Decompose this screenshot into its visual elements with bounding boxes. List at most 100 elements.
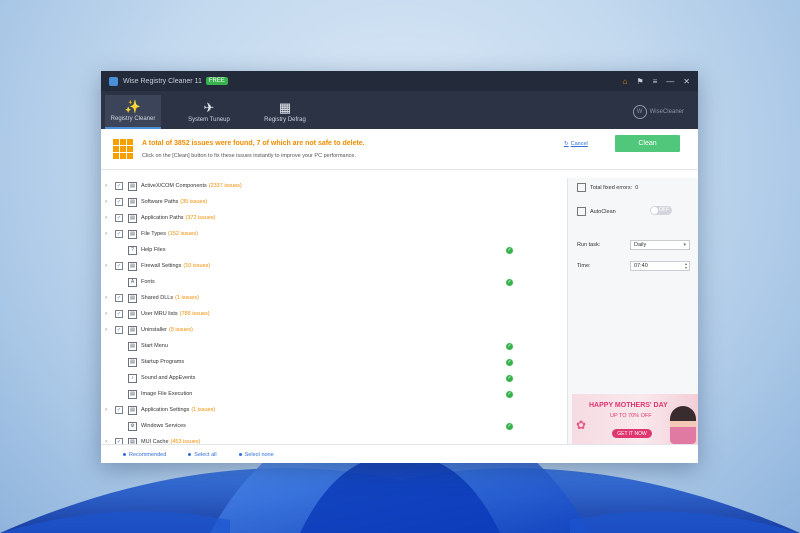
item-label: Image File Execution bbox=[141, 391, 193, 397]
issue-count: (1 issues) bbox=[191, 407, 216, 413]
list-item[interactable]: › ✓ ▤ MUI Cache (453 issues) bbox=[101, 434, 565, 444]
cancel-link[interactable]: ↻ Cancel bbox=[564, 141, 588, 147]
promo-button[interactable]: GET IT NOW bbox=[612, 429, 652, 438]
expand-arrow-icon[interactable]: › bbox=[105, 199, 115, 205]
run-task-select[interactable]: Daily ▾ bbox=[630, 240, 690, 250]
tab-label: Registry Defrag bbox=[264, 117, 306, 123]
expand-arrow-icon[interactable]: › bbox=[105, 295, 115, 301]
ok-check-icon: ✓ bbox=[506, 374, 513, 382]
item-checkbox bbox=[115, 422, 123, 430]
category-icon: ♪ bbox=[128, 373, 137, 383]
refresh-icon: ↻ bbox=[564, 141, 569, 147]
item-checkbox[interactable]: ✓ bbox=[115, 262, 123, 270]
cancel-label: Cancel bbox=[570, 141, 588, 147]
item-checkbox[interactable]: ✓ bbox=[115, 406, 123, 414]
category-icon: ▤ bbox=[128, 309, 137, 319]
list-item[interactable]: › ✓ ▤ Application Settings (1 issues) bbox=[101, 402, 565, 418]
autoclean-label: AutoClean bbox=[590, 208, 616, 215]
issue-count: (786 issues) bbox=[179, 311, 210, 317]
item-checkbox bbox=[115, 278, 123, 286]
item-checkbox[interactable]: ✓ bbox=[115, 294, 123, 302]
item-checkbox[interactable]: ✓ bbox=[115, 230, 123, 238]
list-item[interactable]: ›▤Start Menu✓ bbox=[101, 338, 565, 354]
item-checkbox[interactable]: ✓ bbox=[115, 326, 123, 334]
promo-banner[interactable]: ✿ HAPPY MOTHERS' DAY UP TO 70% OFF GET I… bbox=[572, 394, 698, 444]
time-spinner[interactable]: ▴ ▾ bbox=[685, 262, 687, 270]
category-icon: ⚙ bbox=[128, 421, 137, 431]
time-label: Time: bbox=[577, 263, 591, 269]
select-none-label: Select none bbox=[244, 451, 274, 458]
list-item[interactable]: › ✓ ▤ ActiveX/COM Components (2337 issues) bbox=[101, 178, 565, 194]
item-checkbox[interactable]: ✓ bbox=[115, 214, 123, 222]
list-item[interactable]: ›♪Sound and AppEvents✓ bbox=[101, 370, 565, 386]
category-icon: ▤ bbox=[128, 181, 137, 191]
home-icon[interactable]: ⌂ bbox=[623, 77, 628, 86]
tab-registry-cleaner[interactable]: ✨ Registry Cleaner bbox=[105, 95, 161, 129]
issue-count: (10 issues) bbox=[183, 263, 211, 269]
summary-headline: A total of 3852 issues were found, 7 of … bbox=[142, 139, 365, 147]
expand-arrow-icon[interactable]: › bbox=[105, 407, 115, 413]
item-label: Startup Programs bbox=[141, 359, 185, 365]
brand-name: WiseCleaner bbox=[649, 109, 684, 115]
issue-count: (35 issues) bbox=[180, 199, 208, 205]
item-label: Shared DLLs bbox=[141, 295, 174, 301]
expand-arrow-icon[interactable]: › bbox=[105, 215, 115, 221]
item-checkbox[interactable]: ✓ bbox=[115, 182, 123, 190]
app-window: Wise Registry Cleaner 11 FREE ⌂ ⚑ ≡ — ✕ … bbox=[101, 71, 698, 463]
item-label: Start Menu bbox=[141, 343, 168, 349]
item-checkbox[interactable]: ✓ bbox=[115, 198, 123, 206]
item-label: Firewall Settings bbox=[141, 263, 182, 269]
rocket-icon: ✈ bbox=[203, 100, 215, 115]
side-panel: Total fixed errors: 0 AutoClean OFF Run … bbox=[567, 178, 698, 444]
item-checkbox bbox=[115, 246, 123, 254]
tab-registry-defrag[interactable]: ▦ Registry Defrag bbox=[257, 95, 313, 129]
item-label: Help Files bbox=[141, 247, 166, 253]
time-input[interactable]: 07:40 ▴ ▾ bbox=[630, 261, 690, 271]
recommended-label: Recommended bbox=[129, 451, 167, 458]
menu-icon[interactable]: ≡ bbox=[653, 77, 658, 86]
ok-check-icon: ✓ bbox=[506, 278, 513, 286]
list-item[interactable]: › ✓ ▤ Firewall Settings (10 issues) bbox=[101, 258, 565, 274]
close-button[interactable]: ✕ bbox=[683, 77, 690, 86]
list-item[interactable]: ›?Help Files✓ bbox=[101, 242, 565, 258]
expand-arrow-icon[interactable]: › bbox=[105, 263, 115, 269]
list-item[interactable]: › ✓ ▤ Software Paths (35 issues) bbox=[101, 194, 565, 210]
clean-button[interactable]: Clean bbox=[615, 135, 680, 152]
grid-icon: ▦ bbox=[278, 100, 292, 115]
list-item[interactable]: › ✓ ▤ Uninstaller (5 issues) bbox=[101, 322, 565, 338]
recommended-link[interactable]: Recommended bbox=[123, 452, 166, 458]
list-item[interactable]: › ✓ ▤ User MRU lists (786 issues) bbox=[101, 306, 565, 322]
issue-count: (1 issues) bbox=[175, 295, 199, 301]
expand-arrow-icon[interactable]: › bbox=[105, 231, 115, 237]
autoclean-toggle[interactable]: OFF bbox=[650, 206, 672, 215]
category-icon: ▤ bbox=[128, 261, 137, 271]
select-none-link[interactable]: Select none bbox=[238, 451, 274, 458]
select-all-label: Select all bbox=[194, 451, 217, 458]
window-controls: ⌂ ⚑ ≡ — ✕ bbox=[623, 77, 690, 86]
item-checkbox[interactable]: ✓ bbox=[115, 310, 123, 318]
promo-subtitle: UP TO 70% OFF bbox=[610, 413, 652, 419]
list-item[interactable]: ›▤Startup Programs✓ bbox=[101, 354, 565, 370]
flag-icon[interactable]: ⚑ bbox=[636, 77, 643, 86]
autoclean-icon bbox=[577, 207, 586, 216]
autoclean-row: AutoClean bbox=[577, 207, 616, 216]
tab-system-tuneup[interactable]: ✈ System Tuneup bbox=[181, 95, 237, 129]
expand-arrow-icon[interactable]: › bbox=[105, 327, 115, 333]
list-item[interactable]: › ✓ ▤ File Types (152 issues) bbox=[101, 226, 565, 242]
ok-check-icon: ✓ bbox=[506, 342, 513, 350]
expand-arrow-icon[interactable]: › bbox=[105, 311, 115, 317]
list-item[interactable]: › ✓ ▤ Shared DLLs (1 issues) bbox=[101, 290, 565, 306]
list-item[interactable]: ›⚙Windows Services✓ bbox=[101, 418, 565, 434]
list-item[interactable]: ›AFonts✓ bbox=[101, 274, 565, 290]
list-item[interactable]: › ✓ ▤ Application Paths (372 issues) bbox=[101, 210, 565, 226]
expand-arrow-icon[interactable]: › bbox=[105, 183, 115, 189]
ok-check-icon: ✓ bbox=[506, 246, 513, 254]
select-all-link[interactable]: Select all bbox=[188, 451, 217, 458]
item-checkbox bbox=[115, 374, 123, 382]
minimize-button[interactable]: — bbox=[666, 77, 674, 86]
category-icon: A bbox=[128, 277, 137, 287]
flower-icon: ✿ bbox=[576, 418, 587, 432]
list-item[interactable]: ›▤Image File Execution✓ bbox=[101, 386, 565, 402]
total-fixed-value: 0 bbox=[635, 184, 639, 191]
category-icon: ▤ bbox=[128, 405, 137, 415]
